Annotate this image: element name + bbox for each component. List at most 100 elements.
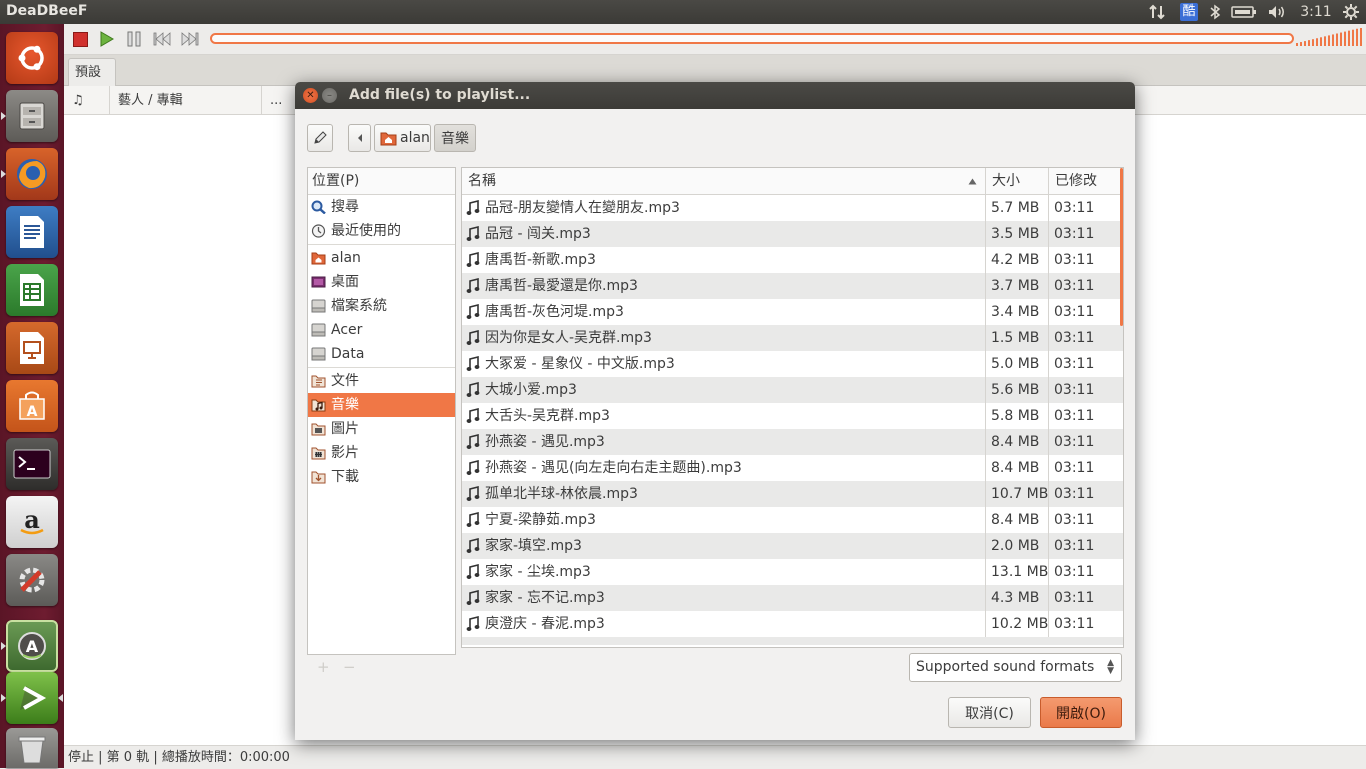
calc-launcher-button[interactable] [6, 264, 58, 316]
tab-default-playlist[interactable]: 預設 [68, 58, 117, 86]
seek-bar[interactable] [210, 33, 1294, 44]
file-row[interactable]: 唐禹哲-灰色河堤.mp3 3.4 MB 03:11 [462, 299, 1123, 325]
scrollbar-thumb[interactable] [1120, 168, 1123, 326]
file-row[interactable]: 品冠-朋友變情人在變朋友.mp3 5.7 MB 03:11 [462, 195, 1123, 221]
dialog-titlebar: ✕ – Add file(s) to playlist... [295, 82, 1135, 109]
file-modified: 03:11 [1054, 616, 1095, 632]
column-separator [985, 403, 986, 429]
file-row[interactable]: 因为你是女人-吴克群.mp3 1.5 MB 03:11 [462, 325, 1123, 351]
files-launcher-button[interactable] [6, 90, 58, 142]
place-item[interactable]: Acer [308, 318, 455, 342]
file-row[interactable]: 家家 - 忘不记.mp3 4.3 MB 03:11 [462, 585, 1123, 611]
file-row-partial[interactable] [462, 637, 1123, 645]
network-icon[interactable] [1146, 0, 1168, 24]
file-row[interactable]: 庾澄庆 - 春泥.mp3 10.2 MB 03:11 [462, 611, 1123, 637]
file-row[interactable]: 大冢爱 - 星象仪 - 中文版.mp3 5.0 MB 03:11 [462, 351, 1123, 377]
file-size: 2.0 MB [991, 538, 1040, 554]
file-row[interactable]: 家家-填空.mp3 2.0 MB 03:11 [462, 533, 1123, 559]
file-row[interactable]: 品冠 - 闯关.mp3 3.5 MB 03:11 [462, 221, 1123, 247]
drive-icon [311, 299, 326, 313]
next-button[interactable] [180, 29, 200, 49]
place-item[interactable]: 檔案系統 [308, 294, 455, 318]
terminal-launcher-button[interactable] [6, 438, 58, 490]
drive-icon [311, 347, 326, 361]
file-name: 孙燕姿 - 遇见(向左走向右走主题曲).mp3 [485, 460, 742, 476]
dash-home-button[interactable] [6, 32, 58, 84]
column-name[interactable]: 名稱 [462, 168, 986, 194]
place-item[interactable]: 下載 [308, 465, 455, 489]
file-size: 13.1 MB [991, 564, 1049, 580]
writer-launcher-button[interactable] [6, 206, 58, 258]
file-row[interactable]: 孤单北半球-林依晨.mp3 10.7 MB 03:11 [462, 481, 1123, 507]
bluetooth-icon[interactable] [1206, 0, 1224, 24]
file-row[interactable]: 孙燕姿 - 遇见(向左走向右走主题曲).mp3 8.4 MB 03:11 [462, 455, 1123, 481]
minimize-button[interactable]: – [322, 88, 337, 103]
place-label: 文件 [331, 373, 359, 389]
volume-bar[interactable] [1296, 28, 1364, 47]
impress-launcher-button[interactable] [6, 322, 58, 374]
music-note-icon [466, 512, 480, 527]
trash-icon [18, 736, 46, 763]
path-back-button[interactable] [348, 124, 371, 152]
file-row[interactable]: 唐禹哲-最愛還是你.mp3 3.7 MB 03:11 [462, 273, 1123, 299]
pause-button[interactable] [124, 29, 144, 49]
add-place-button[interactable]: + [317, 658, 330, 676]
previous-button[interactable] [152, 29, 172, 49]
system-settings-launcher-button[interactable] [6, 554, 58, 606]
software-updater-launcher-button[interactable]: A [6, 620, 58, 672]
file-name: 因为你是女人-吴克群.mp3 [485, 330, 652, 346]
place-label: 圖片 [331, 421, 359, 437]
file-row[interactable]: 家家 - 尘埃.mp3 13.1 MB 03:11 [462, 559, 1123, 585]
file-name: 品冠 - 闯关.mp3 [485, 226, 591, 242]
place-item[interactable]: 音樂 [308, 393, 455, 417]
column-artist-album[interactable]: 藝人 / 專輯 [110, 86, 262, 114]
file-row[interactable]: 大舌头-吴克群.mp3 5.8 MB 03:11 [462, 403, 1123, 429]
file-row[interactable]: 大城小爱.mp3 5.6 MB 03:11 [462, 377, 1123, 403]
software-center-launcher-button[interactable]: A [6, 380, 58, 432]
column-modified[interactable]: 已修改 [1049, 168, 1123, 194]
places-header[interactable]: 位置(P) [308, 168, 455, 195]
stop-button[interactable] [70, 29, 90, 49]
place-item[interactable]: 文件 [308, 369, 455, 393]
place-item[interactable]: Data [308, 342, 455, 366]
cancel-button[interactable]: 取消(C) [948, 697, 1031, 728]
place-item[interactable]: alan [308, 246, 455, 270]
place-item[interactable]: 最近使用的 [308, 219, 455, 243]
play-button[interactable] [96, 29, 116, 49]
place-item[interactable]: 搜尋 [308, 195, 455, 219]
column-playing[interactable]: ♫ [64, 86, 110, 114]
place-item[interactable]: 圖片 [308, 417, 455, 441]
file-row[interactable]: 宁夏-梁静茹.mp3 8.4 MB 03:11 [462, 507, 1123, 533]
volume-level-bar [1352, 29, 1354, 46]
file-type-filter[interactable]: Supported sound formats ▲ ▼ [909, 653, 1122, 682]
type-location-button[interactable] [307, 124, 333, 152]
column-separator [985, 559, 986, 585]
file-row[interactable]: 孙燕姿 - 遇见.mp3 8.4 MB 03:11 [462, 429, 1123, 455]
input-method-icon[interactable]: 酷 [1178, 0, 1200, 24]
close-button[interactable]: ✕ [303, 88, 318, 103]
battery-icon[interactable] [1230, 0, 1258, 24]
place-item[interactable]: 桌面 [308, 270, 455, 294]
amazon-launcher-button[interactable]: a [6, 496, 58, 548]
trash-launcher-button[interactable] [6, 728, 58, 768]
settings-wrench-icon [19, 567, 45, 593]
gear-icon[interactable] [1340, 0, 1362, 24]
open-button[interactable]: 開啟(O) [1040, 697, 1122, 728]
writer-document-icon [20, 216, 44, 248]
column-separator [985, 611, 986, 637]
path-current-button[interactable]: 音樂 [434, 124, 476, 152]
file-list: 名稱 大小 已修改 品冠-朋友變情人在變朋友.mp3 5.7 MB 03:11 品冠 … [461, 167, 1124, 648]
volume-icon[interactable] [1266, 0, 1288, 24]
place-item[interactable]: 影片 [308, 441, 455, 465]
column-separator [1048, 195, 1049, 221]
next-icon [181, 32, 199, 46]
deadbeef-launcher-button[interactable] [6, 672, 58, 724]
remove-place-button[interactable]: − [343, 658, 356, 676]
path-home-button[interactable]: alan [374, 124, 431, 152]
column-size[interactable]: 大小 [986, 168, 1049, 194]
volume-level-bar [1348, 30, 1350, 46]
file-row[interactable]: 唐禹哲-新歌.mp3 4.2 MB 03:11 [462, 247, 1123, 273]
clock[interactable]: 3:11 [1298, 0, 1334, 24]
firefox-launcher-button[interactable] [6, 148, 58, 200]
volume-level-bar [1356, 28, 1358, 46]
